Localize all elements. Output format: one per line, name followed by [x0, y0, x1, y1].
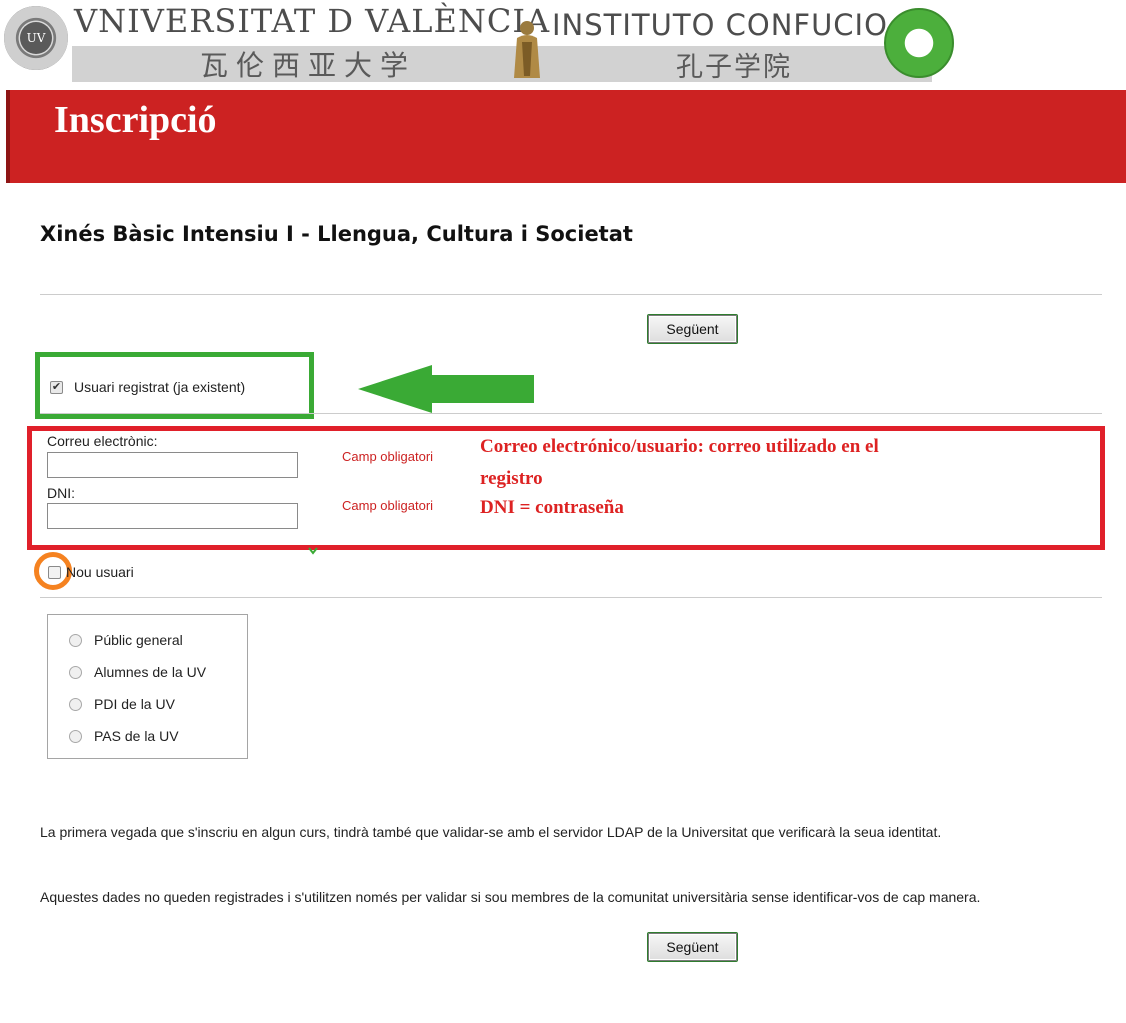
info-paragraph-privacy: Aquestes dades no queden registrades i s…: [40, 889, 981, 905]
dni-field[interactable]: [47, 503, 298, 529]
uv-title: VNIVERSITAT D VALÈNCIA: [74, 2, 551, 40]
dni-required-text: Camp obligatori: [342, 498, 434, 513]
next-button-bottom[interactable]: Següent: [647, 932, 738, 962]
uv-chinese-title: 瓦伦西亚大学: [200, 49, 417, 82]
confucius-figure-icon: [514, 21, 540, 78]
course-title: Xinés Bàsic Intensiu I - Llengua, Cultur…: [40, 222, 633, 246]
banner-stripe: [6, 90, 10, 183]
user-type-radio-pdi[interactable]: [69, 698, 82, 711]
user-type-label-students: Alumnes de la UV: [94, 664, 207, 680]
new-user-checkbox[interactable]: [48, 566, 61, 579]
uv-seal-icon: UV: [4, 6, 68, 70]
annotation-note-line2: registro: [480, 468, 543, 489]
email-required-text: Camp obligatori: [342, 449, 434, 464]
divider: [40, 294, 1102, 295]
divider: [40, 413, 1102, 414]
existing-user-highlight-box: [35, 352, 314, 419]
ic-chinese-title: 孔子学院: [676, 52, 792, 83]
user-type-radio-pas[interactable]: [69, 730, 82, 743]
annotation-note-line3: DNI = contraseña: [480, 497, 624, 518]
user-type-label-pdi: PDI de la UV: [94, 696, 175, 712]
user-type-radio-public[interactable]: [69, 634, 82, 647]
user-type-label-pas: PAS de la UV: [94, 728, 179, 744]
user-type-group: Públic general Alumnes de la UV PDI de l…: [47, 614, 248, 759]
email-label: Correu electrònic:: [47, 433, 158, 449]
next-button-top[interactable]: Següent: [647, 314, 738, 344]
dni-label: DNI:: [47, 485, 75, 501]
divider: [40, 597, 1102, 598]
page-header: UV VNIVERSITAT D VALÈNCIA 瓦伦西亚大学 INSTITU…: [0, 0, 1126, 90]
page-title: Inscripció: [54, 99, 217, 141]
confucius-institute-logo-icon: [884, 8, 954, 78]
arrow-left-icon: [358, 365, 534, 413]
new-user-label: Nou usuari: [66, 564, 134, 580]
info-paragraph-ldap: La primera vegada que s'inscriu en algun…: [40, 824, 942, 840]
page-banner: Inscripció: [6, 90, 1126, 183]
user-type-radio-students[interactable]: [69, 666, 82, 679]
user-type-label-public: Públic general: [94, 632, 183, 648]
uv-seal-text: UV: [20, 22, 52, 54]
ic-title: INSTITUTO CONFUCIO: [552, 8, 888, 42]
chevron-down-icon: [308, 547, 318, 555]
email-field[interactable]: [47, 452, 298, 478]
annotation-note-line1: Correo electrónico/usuario: correo utili…: [480, 436, 879, 457]
